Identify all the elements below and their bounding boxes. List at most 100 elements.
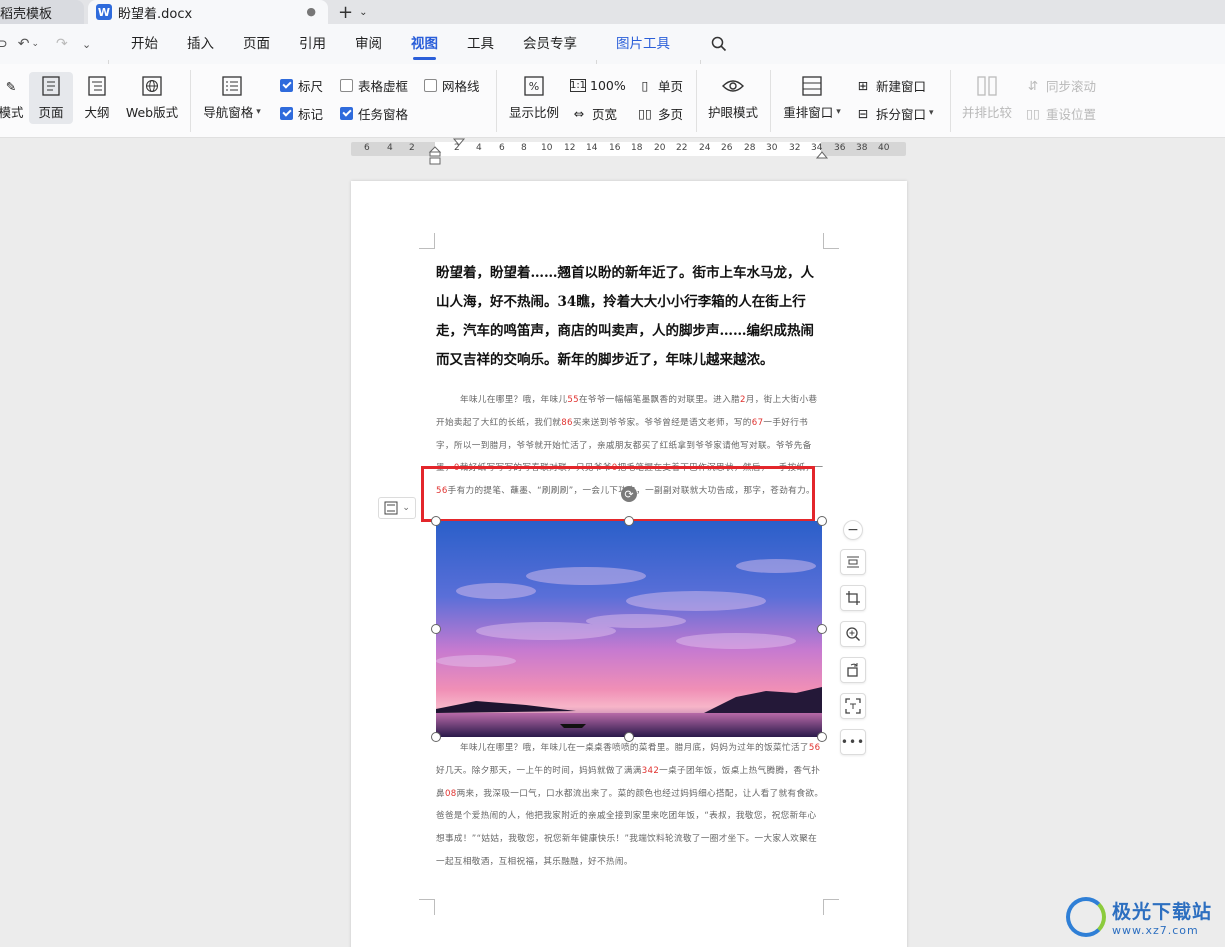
text-wrap-icon [384, 501, 398, 515]
gridlines-checkbox[interactable]: 网格线 [424, 75, 480, 95]
menu-tools[interactable]: 工具 [467, 24, 494, 64]
zoom-100-button[interactable]: 1:1 100% [570, 75, 626, 95]
unsaved-dot-icon[interactable]: ● [306, 5, 316, 18]
ruler-number: 12 [564, 143, 576, 153]
number-run: 67 [751, 417, 764, 428]
tab-label: 稻壳模板 [0, 6, 53, 22]
sync-scroll-button[interactable]: ⇵ 同步滚动 [1024, 75, 1096, 95]
more-tools-button[interactable]: ••• [840, 729, 866, 755]
ruler-checkbox[interactable]: 标尺 [280, 75, 323, 95]
first-line-indent-marker-icon[interactable] [452, 138, 466, 148]
zoom-button[interactable]: % 显示比例 [506, 74, 562, 121]
tab-document[interactable]: W 盼望着.docx ● [88, 0, 328, 24]
watermark-name: 极光下载站 [1112, 901, 1213, 923]
menu-member[interactable]: 会员专享 [523, 24, 577, 64]
ruler-number: 24 [699, 143, 711, 153]
table-grid-checkbox[interactable]: 表格虚框 [340, 75, 408, 95]
multi-page-button[interactable]: ▯▯ 多页 [636, 103, 683, 123]
ruler-number: 36 [834, 143, 846, 153]
single-page-button[interactable]: ▯ 单页 [636, 75, 683, 95]
quick-access-more-button[interactable]: ⌄ [82, 24, 91, 64]
resize-handle[interactable] [431, 624, 441, 634]
extract-text-button[interactable] [840, 693, 866, 719]
divider [190, 70, 191, 132]
resize-handle[interactable] [624, 516, 634, 526]
side-by-side-icon [975, 74, 999, 98]
tab-docer-templates[interactable]: 稻壳模板 [0, 0, 84, 24]
menu-picture-tools[interactable]: 图片工具 [616, 24, 670, 64]
nav-pane-button[interactable]: 导航窗格 ▾ [200, 74, 264, 121]
margin-corner [823, 899, 839, 915]
body-paragraph-2[interactable]: 年味儿在哪里？哦，年味儿在一桌桌香喷喷的菜肴里。腊月底，妈妈为过年的饭菜忙活了5… [436, 737, 824, 874]
button-label-wrap: 重排窗口 ▾ [783, 102, 841, 121]
chevron-down-icon[interactable]: ⌄ [359, 7, 367, 18]
resize-handle[interactable] [431, 516, 441, 526]
button-label: 导航窗格 [203, 105, 254, 120]
reset-position-button[interactable]: ▯▯ 重设位置 [1024, 103, 1096, 123]
divider [950, 70, 951, 132]
new-tab-button[interactable]: + ⌄ [338, 0, 367, 24]
rotate-handle-icon[interactable]: ⟳ [621, 486, 637, 502]
ruler-number: 4 [387, 143, 393, 153]
margin-corner [419, 233, 435, 249]
sunset-image[interactable] [436, 521, 822, 737]
crop-tool-button[interactable] [840, 585, 866, 611]
button-label: 同步滚动 [1046, 78, 1097, 94]
collapse-toolbar-button[interactable]: − [843, 520, 863, 540]
new-window-button[interactable]: ⊞ 新建窗口 [854, 75, 926, 95]
button-label: 多页 [658, 106, 684, 122]
outline-view-button[interactable]: 大纲 [80, 74, 114, 121]
tab-label: 盼望着.docx [118, 6, 193, 22]
menu-view[interactable]: 视图 [411, 24, 438, 64]
highlight-annotation-box [421, 466, 815, 522]
button-label: Web版式 [125, 105, 179, 120]
aurora-logo-icon [1066, 897, 1106, 937]
search-button[interactable] [711, 24, 727, 64]
marks-checkbox[interactable]: 标记 [280, 103, 323, 123]
checkbox-label: 任务窗格 [358, 106, 409, 122]
undo-button[interactable]: ⊃ ↶ ⌄ [0, 24, 39, 64]
search-icon [711, 36, 727, 52]
chevron-down-icon[interactable]: ⌄ [31, 39, 39, 49]
page-view-icon [39, 74, 63, 98]
menu-insert[interactable]: 插入 [187, 24, 214, 64]
side-by-side-button[interactable]: 并排比较 [960, 74, 1014, 121]
plus-icon: + [338, 1, 354, 23]
wrap-text-tool-button[interactable] [840, 549, 866, 575]
resize-handle[interactable] [817, 516, 827, 526]
button-label: 大纲 [84, 105, 110, 120]
page-view-button[interactable]: 页面 [29, 72, 73, 124]
arrange-windows-button[interactable]: 重排窗口 ▾ [780, 74, 844, 121]
split-window-button[interactable]: ⊟ 拆分窗口 ▾ [854, 103, 934, 123]
menu-review[interactable]: 审阅 [355, 24, 382, 64]
zoom-image-button[interactable] [840, 621, 866, 647]
redo-button[interactable]: ↷ [56, 24, 68, 64]
menu-references[interactable]: 引用 [299, 24, 326, 64]
divider [770, 70, 771, 132]
menu-page[interactable]: 页面 [243, 24, 270, 64]
layout-options-button[interactable]: ⌄ [378, 497, 416, 519]
number-run: 08 [444, 788, 457, 799]
resize-handle[interactable] [817, 624, 827, 634]
chevron-down-icon: ▾ [836, 106, 841, 117]
divider [696, 70, 697, 132]
web-layout-button[interactable]: Web版式 [124, 74, 180, 121]
ruler-number: 6 [499, 143, 505, 153]
document-page[interactable]: 盼望着，盼望着……翘首以盼的新年近了。街市上车水马龙，人山人海，好不热闹。34瞧… [351, 181, 907, 947]
task-pane-checkbox[interactable]: 任务窗格 [340, 103, 408, 123]
checkbox-checked-icon [280, 78, 293, 92]
ruler-number: 2 [409, 143, 415, 153]
checkbox-label: 表格虚框 [358, 78, 409, 94]
document-heading-paragraph[interactable]: 盼望着，盼望着……翘首以盼的新年近了。街市上车水马龙，人山人海，好不热闹。34瞧… [436, 259, 824, 375]
reading-mode-button[interactable]: ✎ 模式 [0, 74, 28, 121]
rotate-image-button[interactable] [840, 657, 866, 683]
menu-home[interactable]: 开始 [131, 24, 158, 64]
right-indent-marker-icon[interactable] [815, 148, 829, 162]
one-to-one-icon: 1:1 [569, 78, 587, 92]
ruler-number: 28 [744, 143, 756, 153]
button-label: 单页 [658, 78, 684, 94]
left-indent-marker-icon[interactable] [428, 136, 442, 168]
button-label: 显示比例 [508, 105, 559, 120]
eye-protection-button[interactable]: 护眼模式 [706, 74, 760, 121]
page-width-button[interactable]: ⇔ 页宽 [570, 103, 617, 123]
